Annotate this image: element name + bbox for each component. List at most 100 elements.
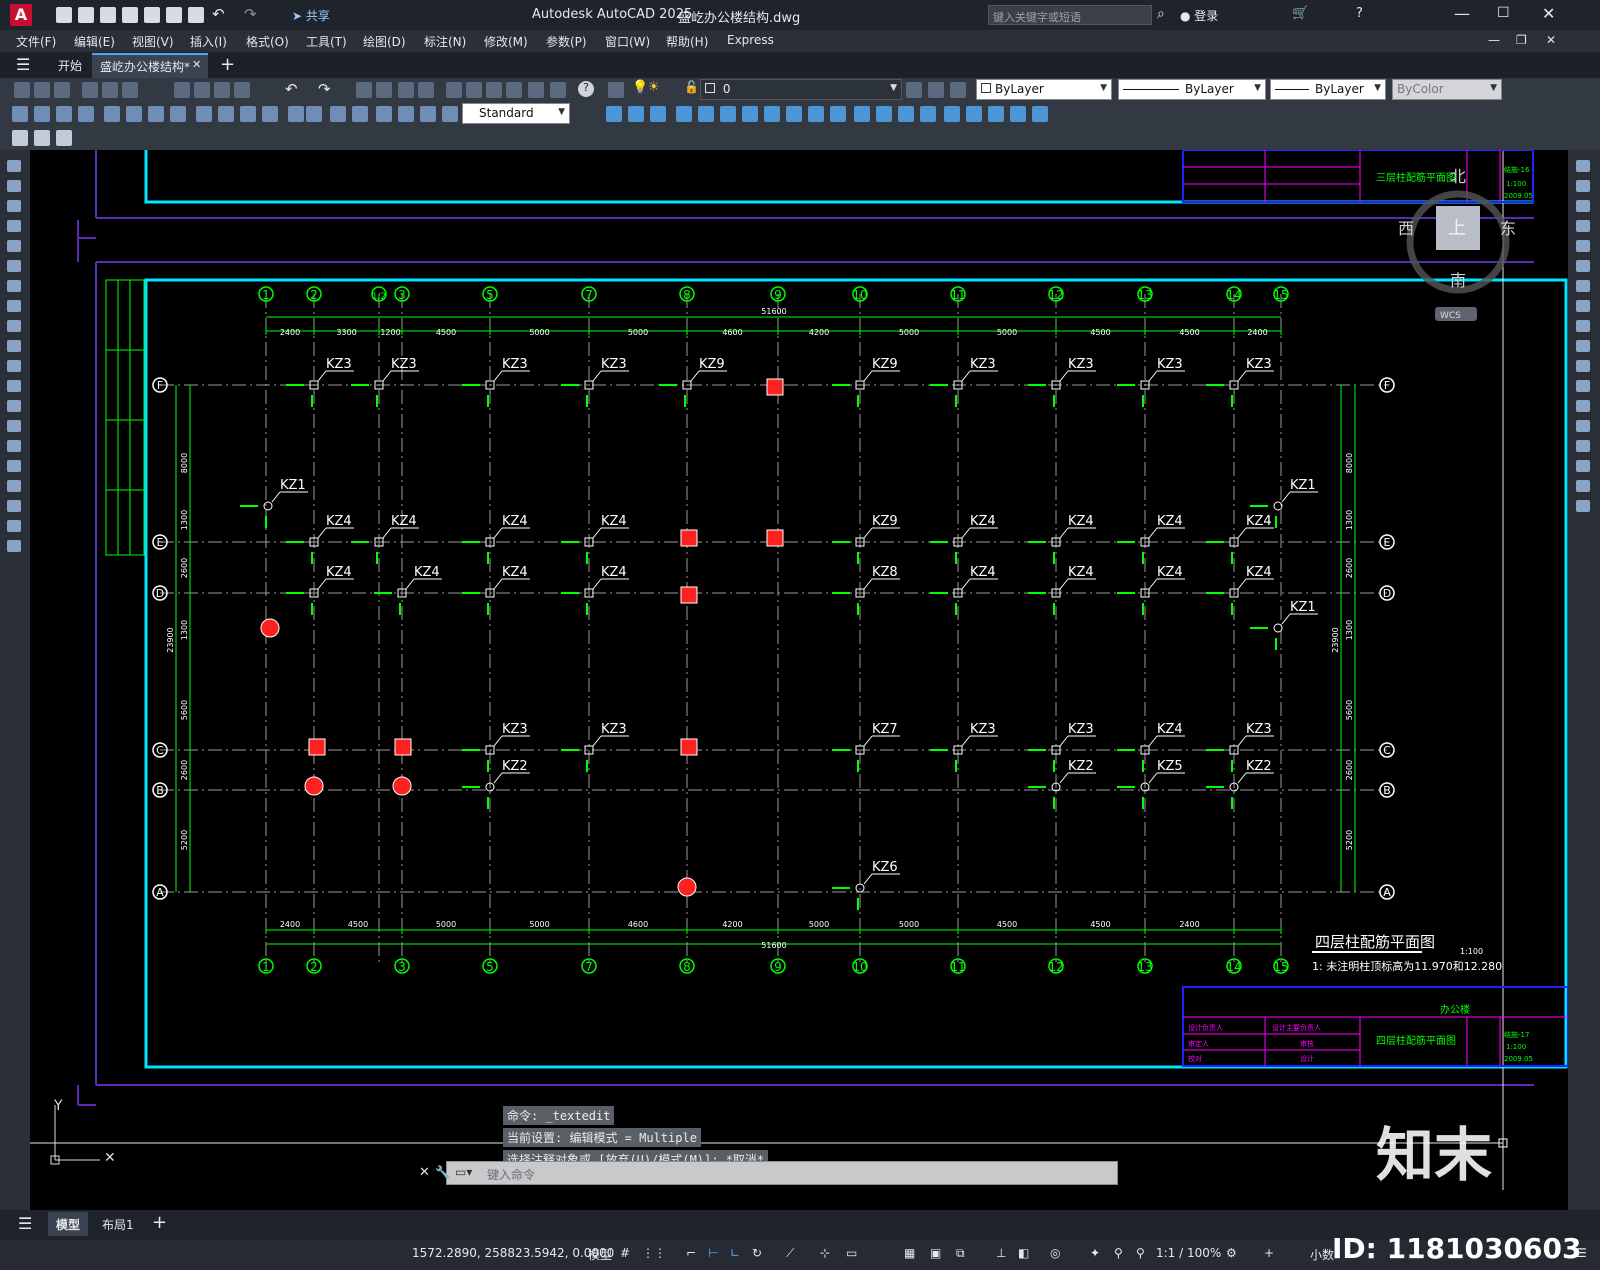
draw-tool-4-icon[interactable]: [7, 220, 21, 232]
help-icon[interactable]: ?: [578, 81, 594, 97]
make-current-icon[interactable]: [906, 82, 922, 98]
open-file-icon[interactable]: [78, 7, 94, 23]
dim-tool-8-icon[interactable]: [170, 106, 186, 122]
draw-tool-17-icon[interactable]: [7, 480, 21, 492]
draw-tool-13-icon[interactable]: [7, 400, 21, 412]
plotstyle-dropdown[interactable]: ByColor ▼: [1392, 79, 1502, 100]
draw-tool-16-icon[interactable]: [7, 460, 21, 472]
menu-file[interactable]: 文件(F): [16, 33, 56, 50]
draw-tool-9-icon[interactable]: [7, 320, 21, 332]
undo-icon[interactable]: ↶: [285, 80, 298, 98]
view-icon[interactable]: ◎: [1050, 1246, 1060, 1260]
modify-side-12-icon[interactable]: [1576, 380, 1590, 392]
modify-tool-8-icon[interactable]: [764, 106, 780, 122]
osnap-icon[interactable]: ∟: [730, 1246, 740, 1260]
dim-tool-6-icon[interactable]: [126, 106, 142, 122]
app-logo[interactable]: A: [10, 4, 32, 26]
zoom-previous-icon[interactable]: [418, 82, 434, 98]
tab-start[interactable]: 开始: [58, 57, 82, 74]
modify-tool-19-icon[interactable]: [1010, 106, 1026, 122]
menu-tools[interactable]: 工具(T): [306, 33, 347, 50]
annotation-visibility-icon[interactable]: ✦: [1090, 1246, 1100, 1260]
viewcube-wcs[interactable]: WCS: [1440, 311, 1461, 321]
modify-side-14-icon[interactable]: [1576, 420, 1590, 432]
menu-window[interactable]: 窗口(W): [605, 33, 650, 50]
dim-tool-14-icon[interactable]: [306, 106, 322, 122]
markup-icon[interactable]: [528, 82, 544, 98]
match-icon[interactable]: [234, 82, 250, 98]
save-icon[interactable]: [100, 7, 116, 23]
autoscale-icon[interactable]: ⚲: [1114, 1246, 1123, 1260]
doc-minimize-button[interactable]: —: [1488, 33, 1500, 47]
pan-icon[interactable]: [356, 82, 372, 98]
layer-walk-icon[interactable]: [56, 130, 72, 146]
dim-tool-10-icon[interactable]: [218, 106, 234, 122]
login-button[interactable]: ● 登录: [1180, 7, 1218, 24]
modify-tool-16-icon[interactable]: [944, 106, 960, 122]
annotation-scale-readout[interactable]: 1:1 / 100%: [1156, 1246, 1221, 1260]
command-close-icon[interactable]: ✕: [419, 1165, 430, 1180]
menu-draw[interactable]: 绘图(D): [363, 33, 406, 50]
gizmo-icon[interactable]: ◧: [1018, 1246, 1029, 1260]
modify-tool-18-icon[interactable]: [988, 106, 1004, 122]
modify-tool-14-icon[interactable]: [898, 106, 914, 122]
workspace-icon[interactable]: ⧉: [956, 1246, 965, 1261]
share-button[interactable]: ➤ 共享: [292, 7, 330, 24]
modify-tool-1-icon[interactable]: [606, 106, 622, 122]
draw-tool-7-icon[interactable]: [7, 280, 21, 292]
tab-layout1[interactable]: 布局1: [102, 1216, 134, 1233]
grid-icon[interactable]: #: [620, 1246, 630, 1260]
tab-close-icon[interactable]: ✕: [192, 58, 201, 71]
menu-edit[interactable]: 编辑(E): [74, 33, 115, 50]
modify-tool-13-icon[interactable]: [876, 106, 892, 122]
dim-tool-18-icon[interactable]: [398, 106, 414, 122]
modify-tool-4-icon[interactable]: [676, 106, 692, 122]
layer-dropdown[interactable]: 0 ▼: [700, 79, 902, 100]
redo-icon[interactable]: ↷: [318, 80, 331, 98]
copy-icon[interactable]: [194, 82, 210, 98]
zoom-window-icon[interactable]: [398, 82, 414, 98]
modify-side-13-icon[interactable]: [1576, 400, 1590, 412]
dim-tool-15-icon[interactable]: [330, 106, 346, 122]
draw-tool-12-icon[interactable]: [7, 380, 21, 392]
modify-side-18-icon[interactable]: [1576, 500, 1590, 512]
modify-side-10-icon[interactable]: [1576, 340, 1590, 352]
draw-tool-6-icon[interactable]: [7, 260, 21, 272]
command-customize-icon[interactable]: 🔧: [435, 1165, 450, 1179]
menu-format[interactable]: 格式(O): [246, 33, 289, 50]
modify-tool-6-icon[interactable]: [720, 106, 736, 122]
hamburger-menu-icon[interactable]: ☰: [16, 55, 30, 74]
modify-side-7-icon[interactable]: [1576, 280, 1590, 292]
tab-model[interactable]: 模型: [48, 1212, 88, 1236]
dim-tool-3-icon[interactable]: [56, 106, 72, 122]
modify-tool-12-icon[interactable]: [854, 106, 870, 122]
modify-tool-3-icon[interactable]: [650, 106, 666, 122]
modify-side-6-icon[interactable]: [1576, 260, 1590, 272]
modify-tool-5-icon[interactable]: [698, 106, 714, 122]
dim-tool-20-icon[interactable]: [442, 106, 458, 122]
menu-express[interactable]: Express: [727, 33, 774, 47]
dim-tool-1-icon[interactable]: [12, 106, 28, 122]
save-web-icon[interactable]: [166, 7, 182, 23]
add-layout-icon[interactable]: +: [152, 1212, 167, 1233]
draw-tool-10-icon[interactable]: [7, 340, 21, 352]
new-file-icon[interactable]: [56, 7, 72, 23]
linetype-dropdown[interactable]: ByLayer ▼: [1118, 79, 1266, 100]
layout-menu-icon[interactable]: ☰: [18, 1214, 32, 1233]
modify-side-4-icon[interactable]: [1576, 220, 1590, 232]
modify-tool-17-icon[interactable]: [966, 106, 982, 122]
ortho-icon[interactable]: ⌐: [686, 1246, 696, 1260]
block-editor-icon[interactable]: [34, 130, 50, 146]
search-input[interactable]: 键入关键字或短语: [988, 5, 1152, 25]
open-icon[interactable]: [34, 82, 50, 98]
layer-previous-icon[interactable]: [928, 82, 944, 98]
modify-tool-2-icon[interactable]: [628, 106, 644, 122]
preview-icon[interactable]: [102, 82, 118, 98]
modify-side-8-icon[interactable]: [1576, 300, 1590, 312]
customize-icon[interactable]: ☰: [1576, 1246, 1587, 1260]
menu-insert[interactable]: 插入(I): [190, 33, 227, 50]
paste-icon[interactable]: [214, 82, 230, 98]
add-icon[interactable]: +: [1264, 1246, 1274, 1260]
help-icon[interactable]: ?: [1356, 6, 1363, 21]
layer-states-icon[interactable]: [950, 82, 966, 98]
